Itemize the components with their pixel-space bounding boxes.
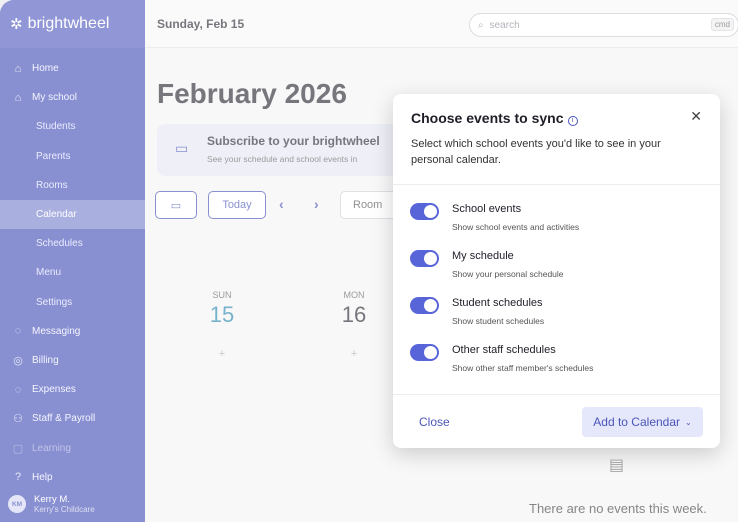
option-description: Show school events and activities — [452, 222, 580, 232]
option-description: Show student schedules — [452, 316, 545, 326]
toggle-knob — [424, 205, 437, 218]
option-label: School events — [452, 203, 522, 215]
toggle-knob — [424, 299, 437, 312]
info-icon[interactable]: i — [567, 116, 578, 126]
toggle-knob — [424, 346, 437, 359]
option-label: Other staff schedules — [452, 344, 556, 356]
close-icon[interactable]: ✕ — [690, 108, 702, 125]
chevron-down-icon: ⌄ — [685, 417, 692, 427]
option-description: Show your personal schedule — [452, 269, 564, 279]
school-events-toggle[interactable] — [410, 203, 439, 220]
add-to-calendar-button[interactable]: Add to Calendar ⌄ — [582, 407, 703, 437]
my-schedule-toggle[interactable] — [410, 250, 439, 267]
close-button[interactable]: Close — [419, 415, 450, 429]
divider — [393, 184, 720, 185]
option-label: Student schedules — [452, 297, 543, 309]
option-label: My schedule — [452, 250, 514, 262]
dialog-description: Select which school events you'd like to… — [411, 138, 661, 166]
divider — [393, 394, 720, 395]
option-description: Show other staff member's schedules — [452, 363, 594, 373]
student-schedules-toggle[interactable] — [410, 297, 439, 314]
toggle-knob — [424, 252, 437, 265]
sync-events-dialog: Choose events to sync i ✕ Select which sc… — [393, 94, 720, 448]
other-staff-schedules-toggle[interactable] — [410, 344, 439, 361]
dialog-title: Choose events to sync i — [411, 110, 578, 126]
dialog-title-text: Choose events to sync — [411, 110, 564, 126]
add-to-calendar-label: Add to Calendar — [593, 415, 681, 429]
